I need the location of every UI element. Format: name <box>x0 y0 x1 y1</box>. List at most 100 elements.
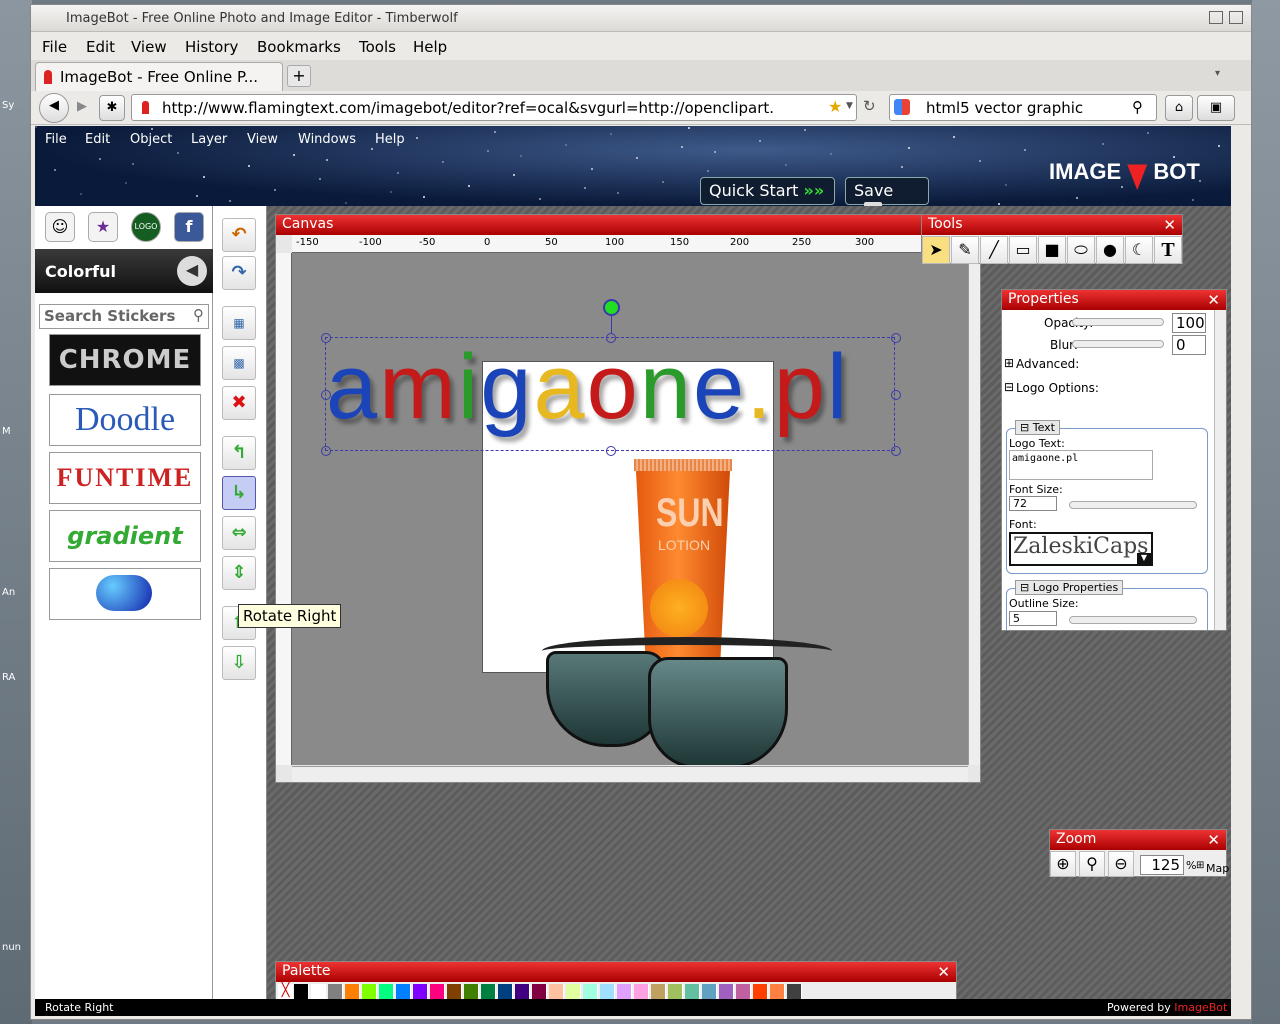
menu-tools[interactable]: Tools <box>359 38 396 56</box>
no-color-icon[interactable]: ╳ <box>278 984 293 999</box>
palette-swatch[interactable] <box>549 984 564 999</box>
resize-handle[interactable] <box>321 390 331 400</box>
palette-swatch[interactable] <box>719 984 734 999</box>
resize-handle[interactable] <box>891 390 901 400</box>
facebook-icon[interactable]: f <box>174 212 204 242</box>
sticker-doodle[interactable]: Doodle <box>49 394 201 446</box>
expand-icon[interactable]: ⊞ <box>1004 356 1014 370</box>
blur-slider[interactable] <box>1072 340 1164 348</box>
canvas-viewport[interactable]: SUN LOTION amigaone.pl <box>292 253 968 765</box>
category-header[interactable]: Colorful ◀ <box>35 249 213 293</box>
palette-swatch[interactable] <box>583 984 598 999</box>
ellipse-tool-icon[interactable]: ⬭ <box>1067 236 1095 264</box>
palette-swatch[interactable] <box>481 984 496 999</box>
menu-edit[interactable]: Edit <box>86 38 115 56</box>
bookmark-star-icon[interactable]: ★ <box>828 97 842 116</box>
url-bar[interactable]: http://www.flamingtext.com/imagebot/edit… <box>131 94 857 121</box>
tab-imagebot[interactable]: ImageBot - Free Online P... <box>35 62 283 91</box>
outline-size-slider[interactable] <box>1069 616 1197 624</box>
new-tab-button[interactable]: + <box>287 65 311 87</box>
menu-bookmarks[interactable]: Bookmarks <box>257 38 341 56</box>
window-maximize-icon[interactable] <box>1229 11 1243 24</box>
save-button[interactable]: Save <box>845 177 929 206</box>
zoom-out-icon[interactable]: ⊖ <box>1108 851 1134 877</box>
palette-swatch[interactable] <box>651 984 666 999</box>
sticker-balloons[interactable] <box>49 568 201 620</box>
palette-swatch[interactable] <box>294 984 309 999</box>
map-label[interactable]: Map <box>1206 862 1229 875</box>
palette-swatch[interactable] <box>566 984 581 999</box>
search-icon[interactable]: ⚲ <box>1132 98 1143 116</box>
properties-panel-header[interactable]: Properties ✕ <box>1002 290 1226 310</box>
powered-by-brand[interactable]: ImageBot <box>1174 1001 1227 1014</box>
palette-swatch[interactable] <box>532 984 547 999</box>
palette-swatch[interactable] <box>617 984 632 999</box>
quick-start-button[interactable]: Quick Start »» <box>700 177 835 205</box>
search-box[interactable]: html5 vector graphic ⚲ <box>889 94 1157 121</box>
palette-swatch[interactable] <box>736 984 751 999</box>
outline-size-input[interactable]: 5 <box>1009 611 1057 626</box>
flip-vertical-icon[interactable]: ⇕ <box>222 556 256 590</box>
tab-list-icon[interactable]: ▾ <box>1215 68 1220 79</box>
resize-handle[interactable] <box>891 333 901 343</box>
palette-swatch[interactable] <box>515 984 530 999</box>
canvas-horizontal-scrollbar[interactable] <box>292 766 968 782</box>
addon-icon[interactable]: ▣ <box>1197 95 1235 121</box>
palette-swatch[interactable] <box>345 984 360 999</box>
text-group-tab[interactable]: ⊟ Text <box>1015 420 1060 435</box>
smiley-icon[interactable]: ☺ <box>45 212 75 242</box>
palette-swatch[interactable] <box>430 984 445 999</box>
zoom-in-icon[interactable]: ⊕ <box>1050 851 1076 877</box>
rotate-right-icon[interactable]: ↳ <box>222 476 256 510</box>
opacity-slider[interactable] <box>1072 318 1164 326</box>
app-menu-layer[interactable]: Layer <box>191 132 227 147</box>
circle-tool-icon[interactable]: ● <box>1096 236 1124 264</box>
canvas-vertical-scrollbar[interactable] <box>968 253 980 765</box>
select-tool-icon[interactable]: ➤ <box>922 236 950 264</box>
pencil-tool-icon[interactable]: ✎ <box>951 236 979 264</box>
delete-icon[interactable]: ✖ <box>222 386 256 420</box>
close-icon[interactable]: ✕ <box>1207 831 1220 850</box>
rotate-left-icon[interactable]: ↰ <box>222 436 256 470</box>
palette-swatch[interactable] <box>396 984 411 999</box>
redo-icon[interactable]: ↷ <box>222 256 256 290</box>
star-sticker-icon[interactable]: ★ <box>88 212 118 242</box>
back-icon[interactable]: ◀ <box>39 93 69 123</box>
resize-handle[interactable] <box>606 446 616 456</box>
palette-swatch[interactable] <box>362 984 377 999</box>
app-menu-windows[interactable]: Windows <box>298 132 356 147</box>
palette-swatch[interactable] <box>328 984 343 999</box>
palette-swatch[interactable] <box>702 984 717 999</box>
flip-horizontal-icon[interactable]: ⇔ <box>222 516 256 550</box>
tools-panel-header[interactable]: Tools ✕ <box>922 215 1182 235</box>
resize-handle[interactable] <box>321 333 331 343</box>
search-icon[interactable]: ⚲ <box>193 306 204 324</box>
palette-swatch[interactable] <box>634 984 649 999</box>
reload-icon[interactable]: ↻ <box>863 97 876 115</box>
rotate-handle[interactable] <box>603 299 620 316</box>
properties-scrollbar[interactable] <box>1214 310 1226 630</box>
palette-swatch[interactable] <box>311 984 326 999</box>
line-tool-icon[interactable]: ╱ <box>980 236 1008 264</box>
app-menu-view[interactable]: View <box>247 132 278 147</box>
map-expand-icon[interactable]: ⊞ <box>1196 860 1204 871</box>
palette-swatch[interactable] <box>685 984 700 999</box>
logo-icon[interactable]: LOGO <box>131 212 161 242</box>
zoom-fit-icon[interactable]: ⚲ <box>1079 851 1105 877</box>
zoom-panel-header[interactable]: Zoom ✕ <box>1050 830 1226 850</box>
back-arrow-icon[interactable]: ◀ <box>177 256 207 286</box>
resize-handle[interactable] <box>891 446 901 456</box>
history-icon[interactable]: ✱ <box>99 95 125 121</box>
sticker-funtime[interactable]: FUNTIME <box>49 452 201 504</box>
url-dropdown-icon[interactable]: ▼ <box>846 101 853 111</box>
collapse-icon[interactable]: ⊟ <box>1004 380 1014 394</box>
font-size-slider[interactable] <box>1069 501 1197 509</box>
menu-history[interactable]: History <box>185 38 238 56</box>
dropdown-icon[interactable]: ▼ <box>1137 553 1151 565</box>
resize-handle[interactable] <box>321 446 331 456</box>
font-size-input[interactable]: 72 <box>1009 496 1057 511</box>
palette-panel-header[interactable]: Palette ✕ <box>276 962 956 982</box>
palette-swatch[interactable] <box>753 984 768 999</box>
app-menu-edit[interactable]: Edit <box>85 132 110 147</box>
forward-icon[interactable]: ▶ <box>69 95 95 121</box>
